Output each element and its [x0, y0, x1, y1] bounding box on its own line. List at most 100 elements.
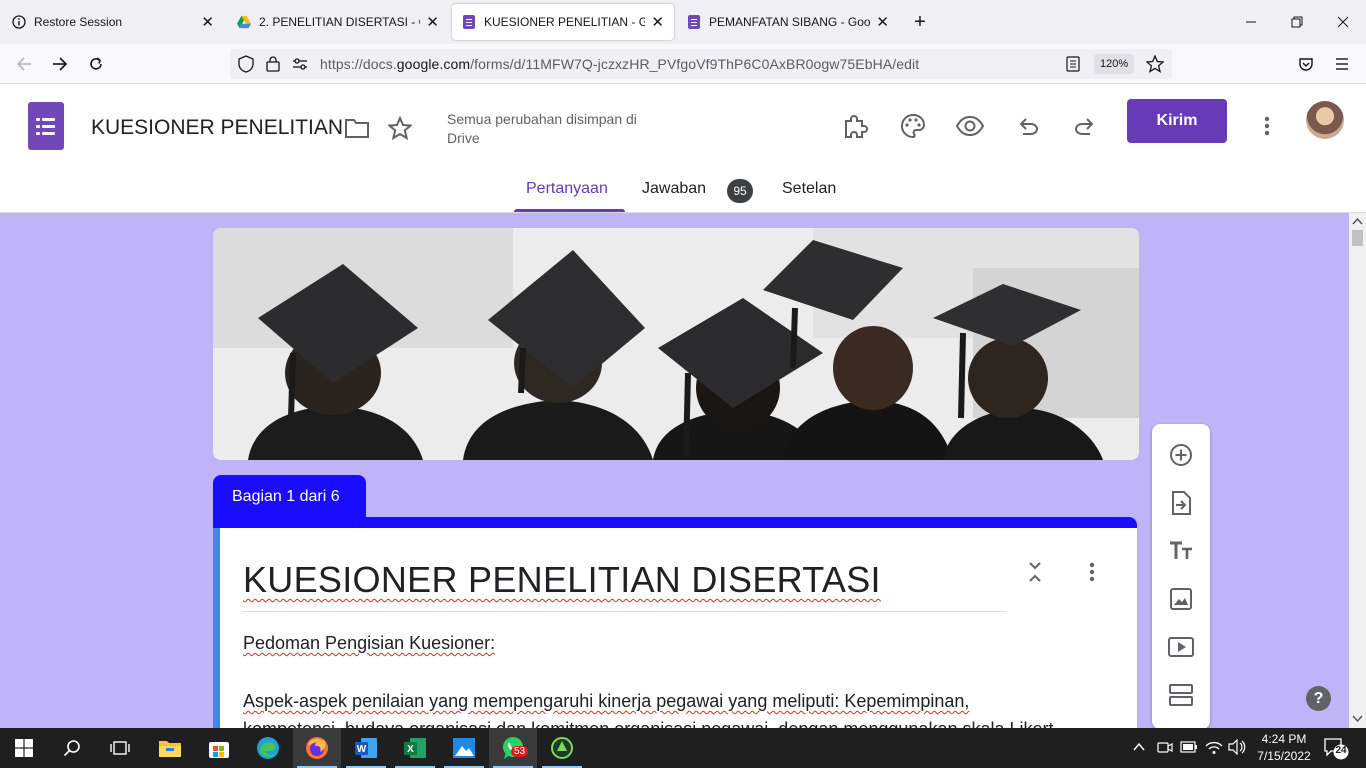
lock-icon[interactable]	[266, 55, 280, 77]
permissions-icon[interactable]	[292, 57, 308, 76]
chevron-up-icon[interactable]	[1132, 740, 1146, 759]
menu-icon[interactable]	[1328, 50, 1356, 78]
excel-icon[interactable]: X	[391, 728, 439, 768]
tab-penelitian-disertasi[interactable]: 2. PENELITIAN DISERTASI - Goog ✕	[227, 4, 449, 40]
back-button[interactable]	[10, 50, 38, 78]
section-description-line-3[interactable]: kompetensi, budaya organisasi dan komitm…	[243, 719, 1054, 728]
google-forms-icon	[687, 15, 701, 29]
address-bar[interactable]: https://docs.google.com/forms/d/11MFW7Q-…	[230, 49, 1172, 79]
add-image-icon[interactable]	[1165, 583, 1197, 615]
google-forms-logo[interactable]	[28, 102, 64, 150]
browser-navigation-bar: https://docs.google.com/forms/d/11MFW7Q-…	[0, 44, 1366, 84]
pocket-icon[interactable]	[1292, 50, 1320, 78]
star-icon[interactable]	[380, 108, 420, 148]
tab-label: PEMANFATAN SIBANG - Google	[709, 15, 871, 29]
tab-label: KUESIONER PENELITIAN - Goog	[484, 15, 646, 29]
word-icon[interactable]: W	[342, 728, 390, 768]
redo-icon[interactable]	[1065, 106, 1105, 146]
undo-icon[interactable]	[1008, 106, 1048, 146]
tab-settings[interactable]: Setelan	[782, 180, 836, 198]
save-status: Semua perubahan disimpan di Drive	[447, 111, 637, 146]
close-icon[interactable]: ✕	[426, 13, 439, 31]
wifi-icon[interactable]	[1205, 739, 1223, 760]
more-options-icon[interactable]	[1247, 106, 1287, 146]
add-title-description-icon[interactable]	[1165, 535, 1197, 567]
reader-view-icon[interactable]	[1066, 56, 1080, 77]
meet-now-icon[interactable]	[1157, 739, 1173, 760]
restore-button[interactable]	[1274, 0, 1320, 44]
title-divider	[242, 611, 1006, 612]
tracking-protection-icon[interactable]	[238, 55, 254, 78]
section-title[interactable]: KUESIONER PENELITIAN DISERTASI	[243, 559, 881, 601]
bookmark-star-icon[interactable]	[1145, 54, 1165, 78]
active-card-indicator	[213, 528, 220, 728]
add-video-icon[interactable]	[1165, 631, 1197, 663]
microsoft-store-icon[interactable]	[195, 728, 243, 768]
section-description-line-2[interactable]: Aspek-aspek penilaian yang mempengaruhi …	[243, 691, 969, 712]
folder-icon[interactable]	[337, 108, 377, 148]
browser-tab-strip: Restore Session ✕ 2. PENELITIAN DISERTAS…	[0, 0, 1366, 44]
add-ons-icon[interactable]	[835, 106, 875, 146]
whatsapp-unread-badge: 53	[511, 746, 529, 757]
task-view-icon[interactable]	[96, 728, 144, 768]
close-icon[interactable]: ✕	[876, 13, 889, 31]
palette-icon[interactable]	[893, 106, 933, 146]
file-explorer-icon[interactable]	[146, 728, 194, 768]
section-header-card[interactable]: KUESIONER PENELITIAN DISERTASI Pedoman P…	[213, 517, 1137, 728]
tab-restore-session[interactable]: Restore Session ✕	[2, 4, 224, 40]
send-button[interactable]: Kirim	[1127, 99, 1227, 143]
tab-responses[interactable]: Jawaban	[642, 180, 706, 198]
close-window-button[interactable]	[1320, 0, 1366, 44]
active-tab-indicator	[514, 209, 625, 212]
volume-icon[interactable]	[1228, 738, 1246, 760]
tab-label: 2. PENELITIAN DISERTASI - Goog	[259, 15, 420, 29]
info-icon	[12, 15, 26, 29]
section-label: Bagian 1 dari 6	[213, 475, 366, 517]
battery-icon[interactable]	[1180, 740, 1198, 759]
section-description-line-1[interactable]: Pedoman Pengisian Kuesioner:	[243, 633, 495, 654]
import-questions-icon[interactable]	[1165, 487, 1197, 519]
floating-toolbar	[1152, 424, 1210, 728]
responses-count-badge: 95	[727, 179, 753, 203]
form-editor-canvas: Bagian 1 dari 6 KUESIONER PENELITIAN DIS…	[0, 213, 1349, 728]
tab-questions[interactable]: Pertanyaan	[526, 180, 608, 198]
section-more-options-icon[interactable]	[1076, 556, 1108, 588]
edge-icon[interactable]	[244, 728, 292, 768]
firefox-icon[interactable]	[293, 728, 341, 768]
avatar[interactable]	[1306, 101, 1344, 139]
notification-count: 24	[1335, 745, 1347, 756]
help-icon[interactable]: ?	[1306, 686, 1331, 711]
collapse-icon[interactable]	[1019, 556, 1051, 588]
add-question-icon[interactable]	[1165, 439, 1197, 471]
clock-date: 7/15/2022	[1257, 749, 1311, 763]
close-icon[interactable]: ✕	[201, 13, 214, 31]
url-text: https://docs.google.com/forms/d/11MFW7Q-…	[320, 56, 920, 72]
tab-label: Restore Session	[34, 15, 123, 29]
minimize-button[interactable]	[1228, 0, 1274, 44]
google-forms-icon	[462, 15, 476, 29]
preview-eye-icon[interactable]	[950, 106, 990, 146]
forward-button[interactable]	[46, 50, 74, 78]
search-icon[interactable]	[48, 728, 96, 768]
system-clock[interactable]: 4:24 PM 7/15/2022	[1252, 731, 1316, 765]
section-color-bar	[213, 517, 1137, 528]
tab-pemanfatan-sibang[interactable]: PEMANFATAN SIBANG - Google ✕	[677, 4, 899, 40]
google-drive-icon	[237, 15, 251, 29]
svg-text:W: W	[357, 744, 367, 755]
photos-icon[interactable]	[440, 728, 488, 768]
forms-header: KUESIONER PENELITIAN Semua perubahan dis…	[0, 84, 1366, 213]
new-tab-button[interactable]: +	[897, 0, 943, 44]
svg-text:X: X	[407, 744, 414, 755]
add-section-icon[interactable]	[1165, 679, 1197, 711]
tab-kuesioner-penelitian[interactable]: KUESIONER PENELITIAN - Goog ✕	[452, 4, 674, 40]
windows-start-icon[interactable]	[0, 728, 48, 768]
header-image[interactable]	[213, 228, 1139, 460]
close-icon[interactable]: ✕	[651, 13, 664, 31]
zoom-level[interactable]: 120%	[1094, 54, 1135, 74]
windows-taskbar: W X 53 4:24 PM 7/15/2022 24	[0, 728, 1366, 768]
form-title[interactable]: KUESIONER PENELITIAN	[91, 116, 343, 140]
app-icon[interactable]	[538, 728, 586, 768]
notification-center-icon[interactable]: 24	[1323, 736, 1349, 760]
vertical-scrollbar[interactable]	[1349, 213, 1366, 728]
reload-button[interactable]	[82, 50, 110, 78]
